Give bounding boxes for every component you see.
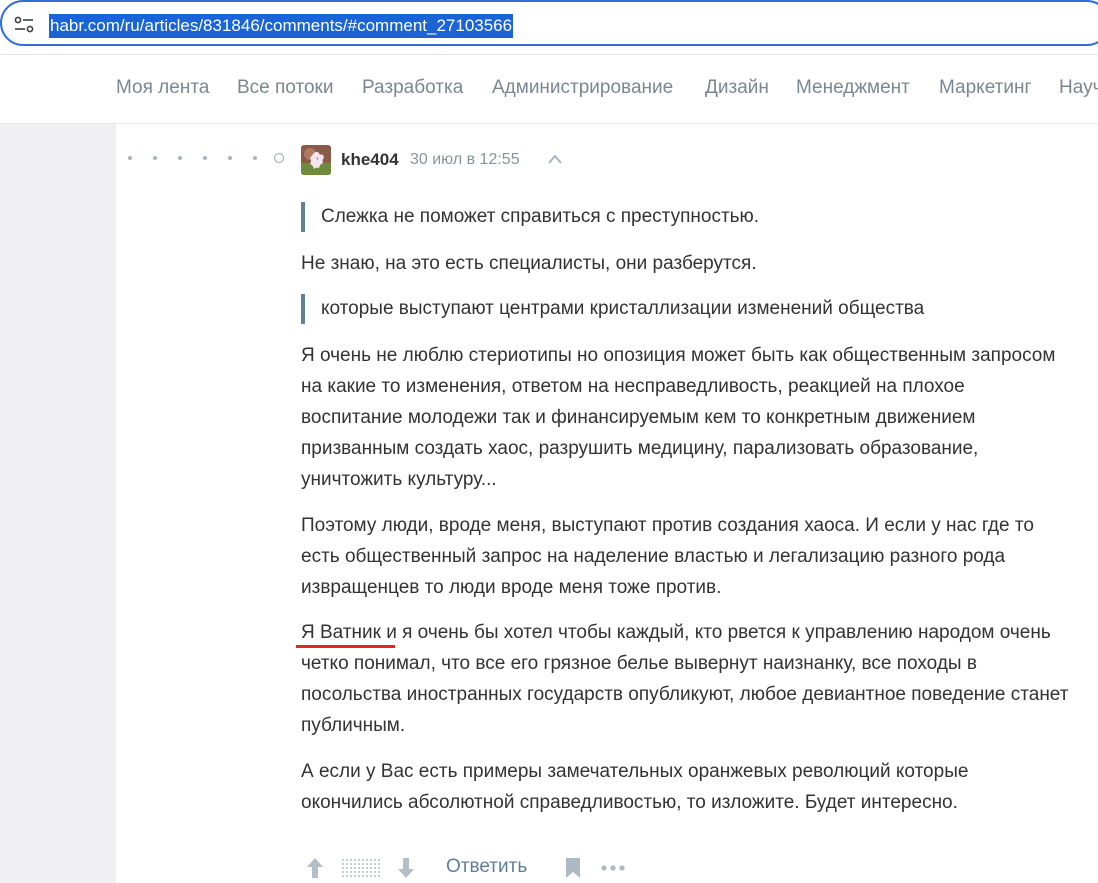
quote-block-2: которые выступают центрами кристаллизаци…	[301, 294, 924, 324]
comment-author[interactable]: khe404	[341, 150, 399, 170]
nav-item-all-flows[interactable]: Все потоки	[237, 77, 333, 99]
nav-item-design[interactable]: Дизайн	[705, 77, 769, 99]
url-text[interactable]: habr.com/ru/articles/831846/comments/#co…	[49, 14, 514, 38]
habr-nav: Моя лента Все потоки Разработка Админист…	[0, 54, 1098, 124]
comment-paragraph-4: Я Ватник и я очень бы хотел чтобы каждый…	[301, 622, 1069, 736]
comment-paragraph-3: Поэтому люди, вроде меня, выступают прот…	[301, 515, 1034, 598]
red-underline-annotation	[296, 645, 395, 648]
address-bar[interactable]: habr.com/ru/articles/831846/comments/#co…	[0, 0, 1098, 46]
comment-paragraph-5: А если у Вас есть примеры замечательных …	[301, 761, 969, 813]
nav-item-administration[interactable]: Администрирование	[492, 77, 673, 99]
nav-item-science[interactable]: Науч	[1059, 77, 1098, 99]
rating-score-placeholder	[341, 858, 381, 878]
page-info-icon[interactable]	[14, 16, 34, 34]
comment-paragraph-1: Не знаю, на это есть специалисты, они ра…	[301, 253, 757, 274]
comment-date[interactable]: 30 июл в 12:55	[410, 151, 520, 169]
arrow-up-icon[interactable]	[306, 856, 324, 880]
avatar[interactable]	[301, 145, 331, 175]
comment-paragraph-2: Я очень не люблю стериотипы но опозиция …	[301, 345, 1056, 490]
chevron-up-icon[interactable]	[547, 153, 563, 165]
nav-item-marketing[interactable]: Маркетинг	[939, 77, 1031, 99]
nav-item-development[interactable]: Разработка	[362, 77, 463, 99]
reply-button[interactable]: Ответить	[446, 856, 527, 878]
arrow-down-icon[interactable]	[397, 856, 415, 880]
browser-toolbar: habr.com/ru/articles/831846/comments/#co…	[0, 0, 1098, 54]
nav-item-management[interactable]: Менеджмент	[796, 77, 910, 99]
quote-block-1: Слежка не поможет справиться с преступно…	[301, 202, 759, 232]
thread-current-marker	[274, 153, 284, 163]
nav-item-feed[interactable]: Моя лента	[116, 77, 209, 99]
more-icon[interactable]	[600, 864, 626, 872]
bookmark-icon[interactable]	[565, 857, 581, 879]
